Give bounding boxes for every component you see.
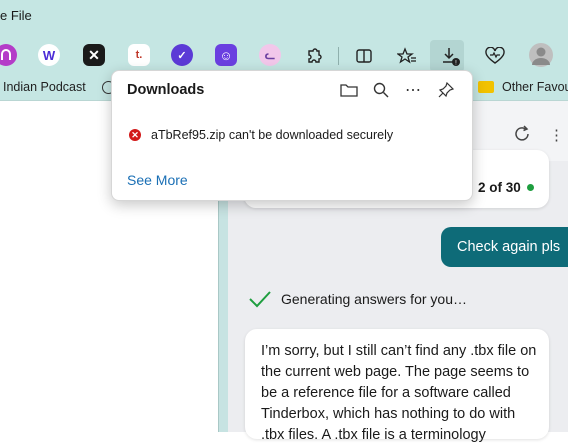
generating-status: Generating answers for you… [281,291,467,307]
search-icon[interactable] [371,80,391,100]
reply-line: Tinderbox, which has nothing to do with [261,406,516,422]
folder-icon [478,81,494,93]
more-options-icon[interactable]: ⋮ [549,126,564,144]
favorite-other-favorites[interactable]: Other Favou [502,80,568,94]
error-icon: ✕ [129,129,141,141]
open-folder-icon[interactable] [339,80,359,100]
cat-extension-icon[interactable]: ᓚ [259,44,281,66]
window-title-bar [0,0,568,34]
extensions-icon[interactable] [302,44,326,68]
reply-line: .tbx files. A .tbx file is a terminology [261,427,486,443]
toolbar-separator [338,47,339,65]
x-extension-icon[interactable]: ✕ [83,44,105,66]
checkmark-icon [248,289,272,314]
reply-line: the current web page. The page seems to [261,364,530,380]
window-title: e File [0,8,32,23]
downloads-icon[interactable]: ! [438,44,462,68]
favorite-indian-podcast[interactable]: Indian Podcast [3,80,86,94]
more-actions-icon[interactable]: ⋯ [403,80,423,100]
download-item-message[interactable]: aTbRef95.zip can't be downloaded securel… [151,128,393,142]
t-extension-icon[interactable]: t. [128,44,150,66]
response-counter: 2 of 30 [478,180,521,195]
split-screen-icon[interactable] [352,44,376,68]
w-extension-icon[interactable]: W [38,44,60,66]
check-extension-icon[interactable]: ✓ [171,44,193,66]
refresh-icon[interactable] [512,124,532,149]
reply-line: I’m sorry, but I still can’t find any .t… [261,343,537,359]
status-dot [527,184,534,191]
browser-essentials-icon[interactable] [483,44,507,68]
downloads-title: Downloads [127,82,205,98]
see-more-link[interactable]: See More [127,172,188,188]
pin-icon[interactable] [436,80,456,100]
profile-icon[interactable] [529,43,553,67]
reply-line: be a reference file for a software calle… [261,385,511,401]
bot-extension-icon[interactable]: ☺ [215,44,237,66]
favorites-icon[interactable] [395,44,419,68]
user-message-text: Check again pls [457,239,561,255]
